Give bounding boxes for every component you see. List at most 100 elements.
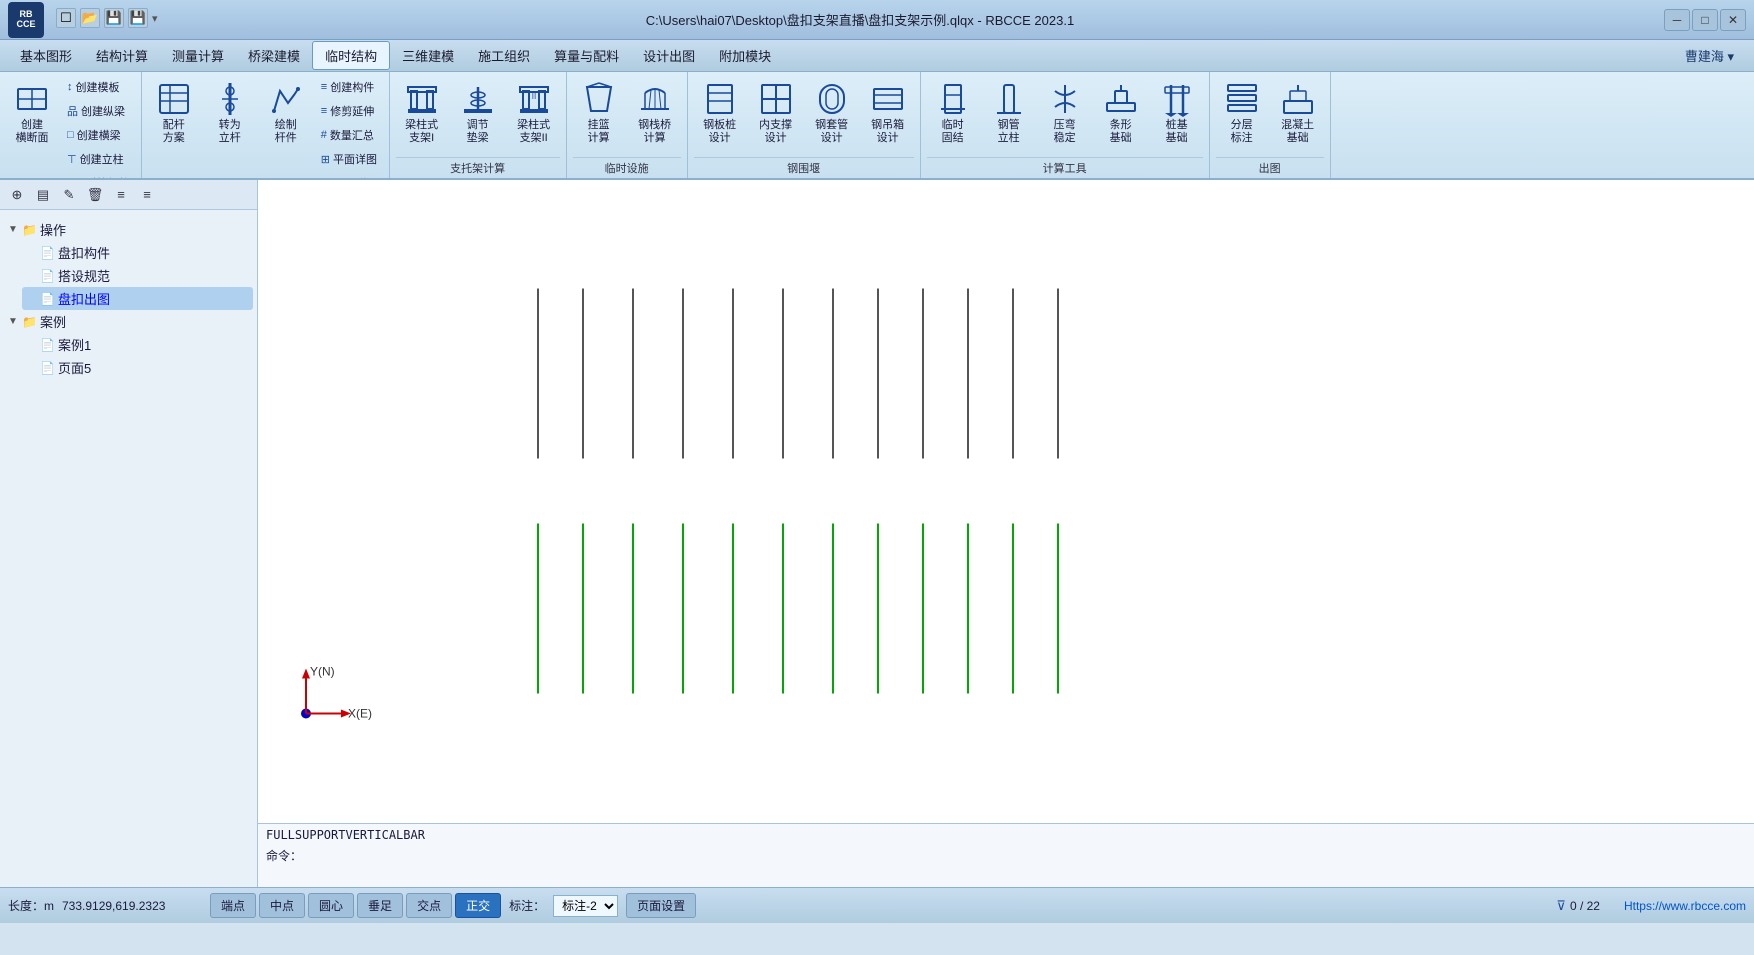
steel-bridge-btn[interactable]: 钢栈桥计算 bbox=[629, 76, 681, 150]
quantity-summary-btn[interactable]: # 数量汇总 bbox=[316, 124, 383, 146]
create-component-label: 创建构件 bbox=[330, 79, 374, 95]
website-link[interactable]: Https://www.rbcce.com bbox=[1624, 899, 1746, 913]
folder-cases-icon: 📁 bbox=[22, 315, 40, 329]
ribbon-group-disklock: 配杆方案 转为立杆 bbox=[142, 72, 390, 178]
plan-detail-btn[interactable]: ⊞ 平面详图 bbox=[316, 148, 383, 170]
close-button[interactable]: ✕ bbox=[1720, 9, 1746, 31]
snap-intersection-btn[interactable]: 交点 bbox=[406, 893, 452, 918]
snap-ortho-btn[interactable]: 正交 bbox=[455, 893, 501, 918]
expand-operations-icon: ▼ bbox=[8, 224, 22, 235]
svg-text:X(E): X(E) bbox=[348, 707, 372, 721]
list-view-btn[interactable]: ▤ bbox=[32, 184, 54, 206]
to-vertical-btn[interactable]: 转为立杆 bbox=[204, 76, 256, 150]
snap-perpendicular-btn[interactable]: 垂足 bbox=[357, 893, 403, 918]
canvas-area[interactable]: Y(N) X(E) FULLSUPPORTVERTICALBAR 命令： bbox=[258, 180, 1754, 887]
drawing-group-label: 出图 bbox=[1216, 157, 1324, 176]
create-longbeam-label: 创建纵梁 bbox=[81, 103, 125, 119]
create-cross-section-btn[interactable]: 创建横断面 bbox=[6, 76, 58, 150]
ribbon-group-temp-content: 挂篮计算 钢栈桥计算 bbox=[573, 76, 681, 155]
menu-temp-structure[interactable]: 临时结构 bbox=[312, 41, 390, 70]
create-tie-bolt-btn[interactable]: ⟺ 对拉螺栓 bbox=[62, 172, 135, 180]
pipe-column-btn[interactable]: 钢管立柱 bbox=[983, 76, 1035, 150]
create-longbeam-btn[interactable]: 品 创建纵梁 bbox=[62, 100, 135, 122]
page-settings-btn[interactable]: 页面设置 bbox=[626, 893, 696, 918]
ribbon-group-cofferdam: 钢板桩设计 内支撑设计 bbox=[688, 72, 921, 178]
tree-node-page5[interactable]: 📄 页面5 bbox=[22, 356, 253, 379]
delete-item-btn[interactable]: 🗑 bbox=[84, 184, 106, 206]
edit-item-btn[interactable]: ✎ bbox=[58, 184, 80, 206]
main-area: ⊕ ▤ ✎ 🗑 ≡ ≡ ▼ 📁 操作 📄 盘扣构件 bbox=[0, 180, 1754, 887]
tree-node-cases[interactable]: ▼ 📁 案例 bbox=[4, 310, 253, 333]
steel-sleeve-design-btn[interactable]: 钢套管设计 bbox=[806, 76, 858, 150]
snap-center-btn[interactable]: 圆心 bbox=[308, 893, 354, 918]
create-column-btn[interactable]: ⊤ 创建立柱 bbox=[62, 148, 135, 170]
adjust-pad-btn[interactable]: 调节垫梁 bbox=[452, 76, 504, 150]
temp-facilities-label: 临时设施 bbox=[573, 157, 681, 176]
support-calc-label: 支托架计算 bbox=[396, 157, 560, 176]
qa-open-btn[interactable]: 📂 bbox=[80, 8, 100, 28]
cases-label: 案例 bbox=[40, 312, 66, 331]
restore-button[interactable]: □ bbox=[1692, 9, 1718, 31]
strip-foundation-btn[interactable]: 条形基础 bbox=[1095, 76, 1147, 150]
minimize-button[interactable]: ─ bbox=[1664, 9, 1690, 31]
command-input[interactable] bbox=[306, 846, 1746, 864]
left-toolbar: ⊕ ▤ ✎ 🗑 ≡ ≡ bbox=[0, 180, 257, 210]
qa-dropdown[interactable]: ▾ bbox=[152, 12, 166, 25]
steel-box-design-btn[interactable]: 钢吊箱设计 bbox=[862, 76, 914, 150]
quick-access-toolbar: ☐ 📂 💾 💾 ▾ bbox=[56, 8, 166, 28]
qa-new-btn[interactable]: ☐ bbox=[56, 8, 76, 28]
trim-extend-btn[interactable]: ≡ 修剪延伸 bbox=[316, 100, 383, 122]
config-plan-label: 配杆方案 bbox=[163, 119, 185, 145]
inner-support-label: 内支撑设计 bbox=[759, 119, 792, 145]
move-down-btn[interactable]: ≡ bbox=[136, 184, 158, 206]
hanging-basket-btn[interactable]: 挂篮计算 bbox=[573, 76, 625, 150]
steel-bridge-icon bbox=[637, 81, 673, 117]
snap-endpoint-btn[interactable]: 端点 bbox=[210, 893, 256, 918]
pipe-column-icon bbox=[991, 81, 1027, 117]
menu-basic-shapes[interactable]: 基本图形 bbox=[8, 42, 84, 69]
snap-midpoint-btn[interactable]: 中点 bbox=[259, 893, 305, 918]
compress-bend-btn[interactable]: 压弯稳定 bbox=[1039, 76, 1091, 150]
inner-support-design-btn[interactable]: 内支撑设计 bbox=[750, 76, 802, 150]
tree-node-operations[interactable]: ▼ 📁 操作 bbox=[4, 218, 253, 241]
user-account[interactable]: 曹建海 ▾ bbox=[1685, 46, 1746, 65]
plan-detail-label: 平面详图 bbox=[333, 151, 377, 167]
tree-node-setup-spec[interactable]: 📄 搭设规范 bbox=[22, 264, 253, 287]
menu-design-drawing[interactable]: 设计出图 bbox=[631, 42, 707, 69]
qa-saveas-btn[interactable]: 💾 bbox=[128, 8, 148, 28]
concrete-foundation-btn[interactable]: 混凝土基础 bbox=[1272, 76, 1324, 150]
pile-foundation-btn[interactable]: 桩基基础 bbox=[1151, 76, 1203, 150]
menu-construction-org[interactable]: 施工组织 bbox=[466, 42, 542, 69]
temp-fixed-btn[interactable]: 临时固结 bbox=[927, 76, 979, 150]
beam-col-1-btn[interactable]: 梁柱式支架I bbox=[396, 76, 448, 150]
qa-save-btn[interactable]: 💾 bbox=[104, 8, 124, 28]
new-item-btn[interactable]: ⊕ bbox=[6, 184, 28, 206]
create-cross-section-label: 创建横断面 bbox=[16, 119, 49, 145]
create-crossbeam-icon: □ bbox=[67, 129, 74, 141]
draw-member-btn[interactable]: 绘制杆件 bbox=[260, 76, 312, 150]
menu-addon-modules[interactable]: 附加模块 bbox=[707, 42, 783, 69]
drawing-canvas[interactable]: Y(N) X(E) bbox=[258, 180, 1754, 887]
move-up-btn[interactable]: ≡ bbox=[110, 184, 132, 206]
beam-col-2-btn[interactable]: II 梁柱式支架II bbox=[508, 76, 560, 150]
cofferdam-label: 钢围堰 bbox=[694, 157, 914, 176]
ribbon-group-temp-facilities: 挂篮计算 钢栈桥计算 临时设施 bbox=[567, 72, 688, 178]
label-select[interactable]: 标注-2 标注-1 标注-3 bbox=[553, 895, 618, 917]
tree-node-case1[interactable]: 📄 案例1 bbox=[22, 333, 253, 356]
steel-sleeve-icon bbox=[814, 81, 850, 117]
tree-node-disklock-drawing[interactable]: 📄 盘扣出图 bbox=[22, 287, 253, 310]
menu-measurement-calc[interactable]: 测量计算 bbox=[160, 42, 236, 69]
menu-bridge-modeling[interactable]: 桥梁建模 bbox=[236, 42, 312, 69]
menu-quantity-material[interactable]: 算量与配料 bbox=[542, 42, 631, 69]
menu-3d-modeling[interactable]: 三维建模 bbox=[390, 42, 466, 69]
create-crossbeam-btn[interactable]: □ 创建横梁 bbox=[62, 124, 135, 146]
show-detail-btn[interactable]: ☰ 显示详图 bbox=[316, 172, 383, 180]
create-component-btn[interactable]: ≡ 创建构件 bbox=[316, 76, 383, 98]
steel-pile-design-btn[interactable]: 钢板桩设计 bbox=[694, 76, 746, 150]
create-template-btn[interactable]: ↕ 创建模板 bbox=[62, 76, 135, 98]
tree-node-disklock-component[interactable]: 📄 盘扣构件 bbox=[22, 241, 253, 264]
menu-structural-calc[interactable]: 结构计算 bbox=[84, 42, 160, 69]
ribbon-group-formwork-content: 创建横断面 ↕ 创建模板 品 创建纵梁 □ 创建横梁 ⊤ 创建立柱 bbox=[6, 76, 135, 180]
config-plan-btn[interactable]: 配杆方案 bbox=[148, 76, 200, 150]
layer-annotation-btn[interactable]: 分层标注 bbox=[1216, 76, 1268, 150]
